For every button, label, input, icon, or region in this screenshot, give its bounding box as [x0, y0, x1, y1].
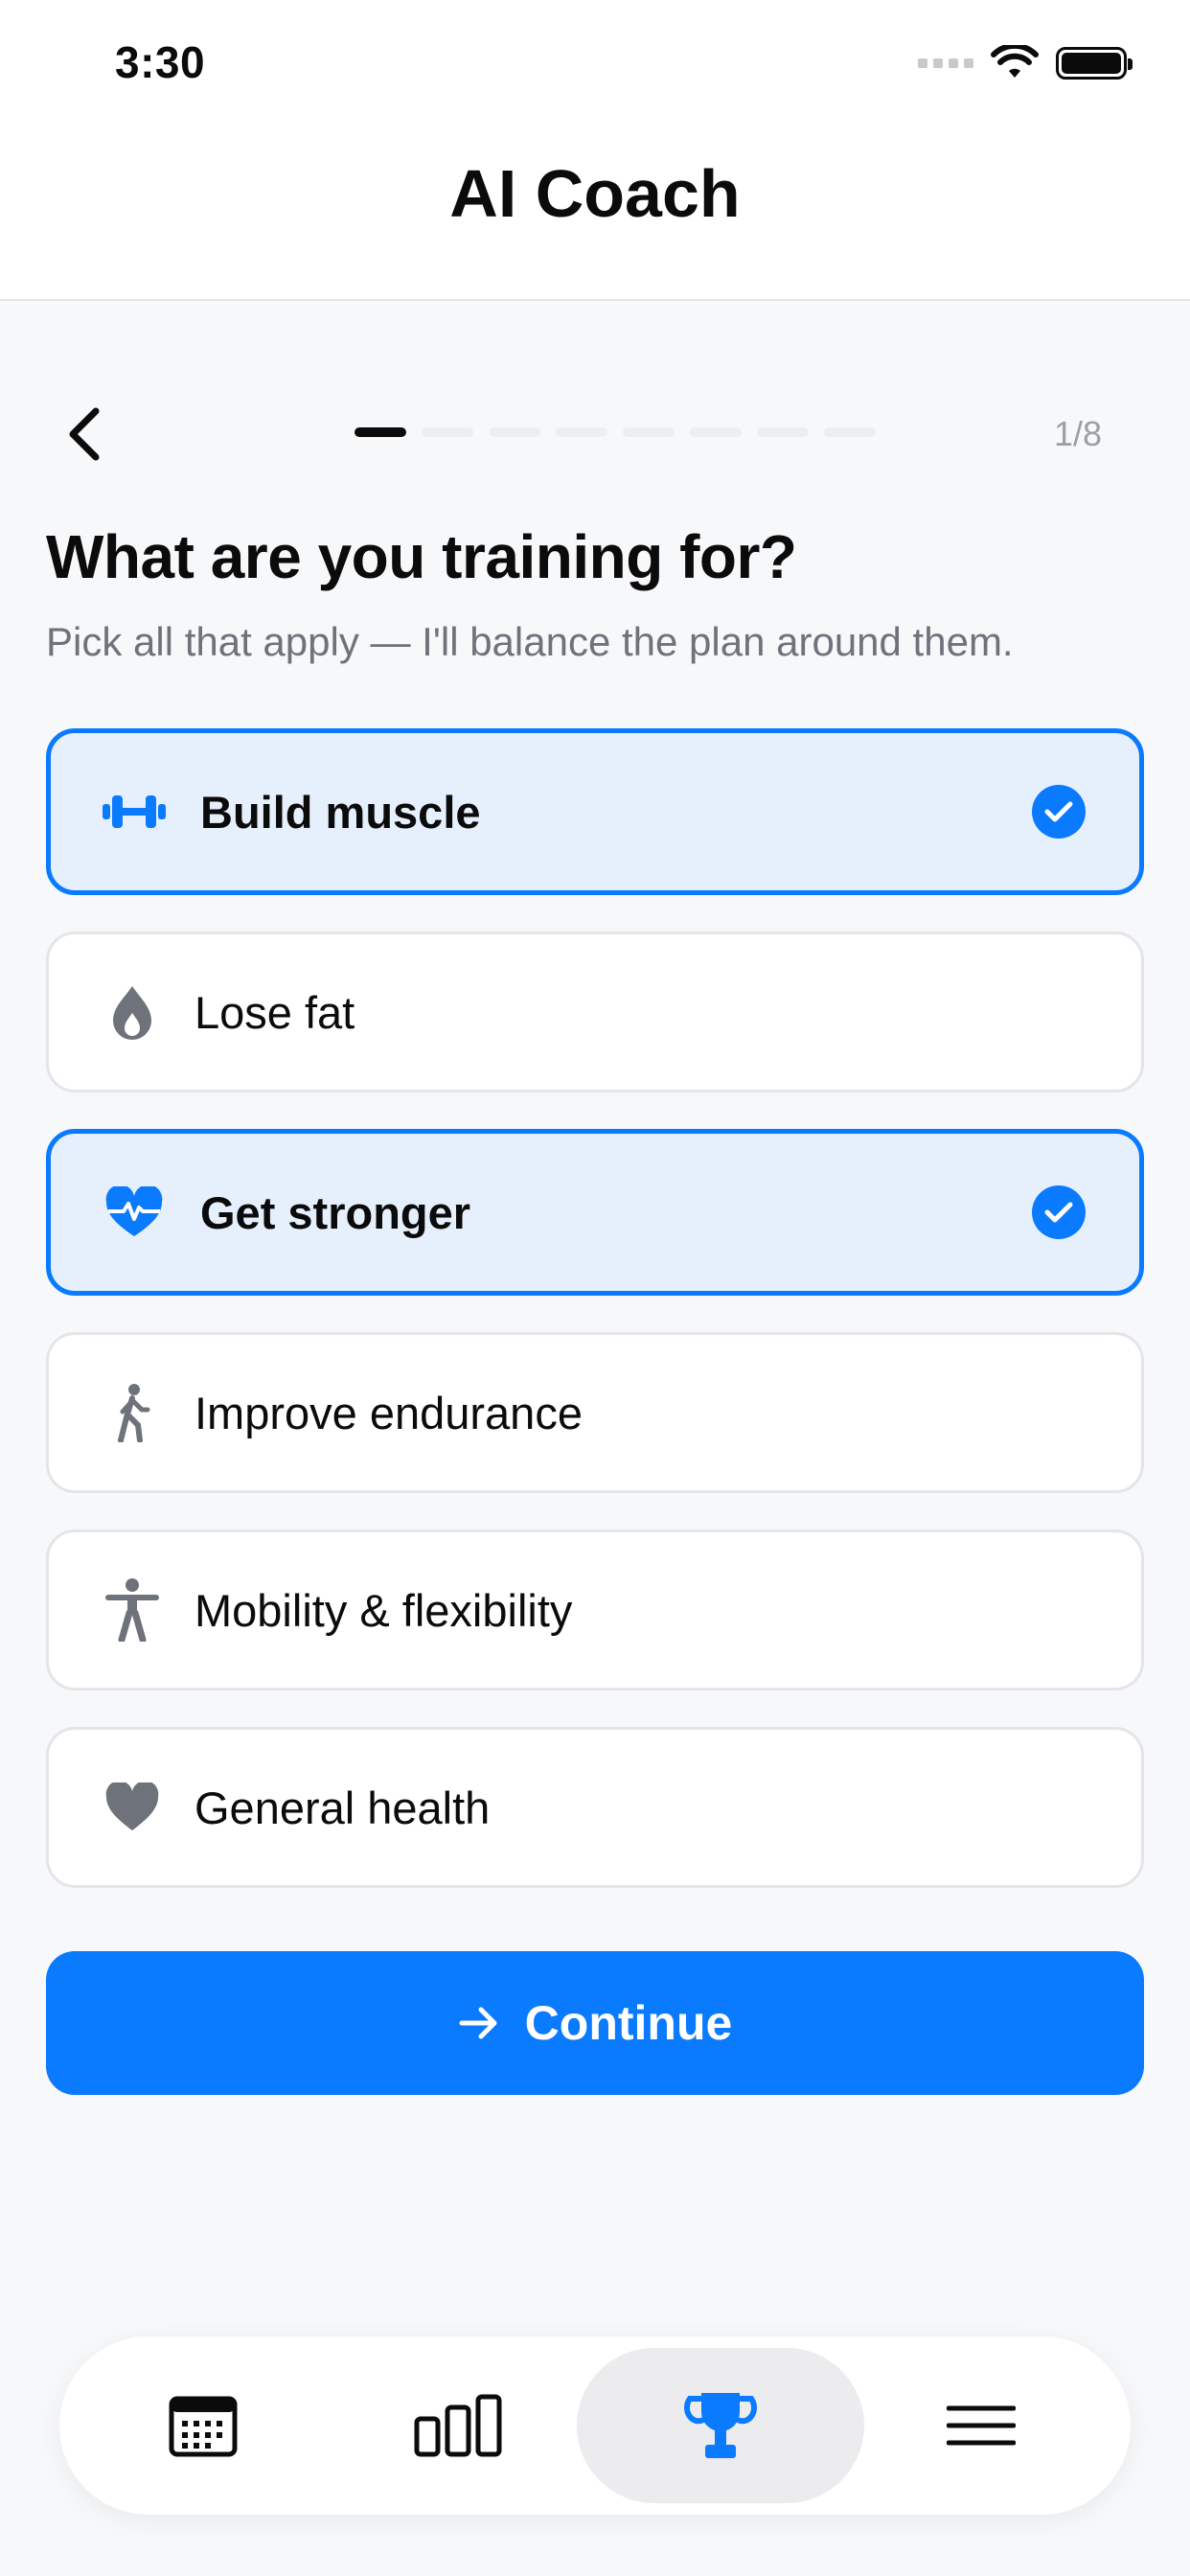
heart-pulse-icon — [101, 1179, 168, 1246]
option-label: Build muscle — [200, 786, 481, 838]
chevron-left-icon — [69, 407, 100, 461]
option-general-health[interactable]: General health — [46, 1727, 1144, 1888]
progress-step — [757, 427, 809, 437]
app-title: AI Coach — [449, 156, 741, 231]
progress-step — [355, 427, 406, 437]
option-build-muscle[interactable]: Build muscle — [46, 728, 1144, 895]
arrow-right-icon — [459, 2007, 497, 2039]
tab-stats[interactable] — [314, 2348, 602, 2503]
progress-step — [556, 427, 607, 437]
option-label: Lose fat — [195, 986, 355, 1038]
progress-step — [690, 427, 742, 437]
top-bar: 3:30 AI Coach — [0, 0, 1190, 301]
checkmark-icon — [1032, 785, 1086, 839]
option-get-stronger[interactable]: Get stronger — [46, 1129, 1144, 1296]
status-indicators — [918, 44, 1133, 82]
option-label: General health — [195, 1782, 491, 1833]
progress-step — [623, 427, 675, 437]
cellular-signal-icon — [918, 58, 973, 68]
checkmark-icon — [1032, 1185, 1086, 1239]
walking-figure-icon — [99, 1379, 166, 1446]
trophy-icon — [684, 2393, 757, 2458]
option-label: Get stronger — [200, 1186, 471, 1238]
bar-chart-icon — [414, 2394, 502, 2457]
goal-options: Build muscle Lose fat Get stronger Impro… — [46, 728, 1144, 1924]
flame-drop-icon — [99, 978, 166, 1046]
progress-step — [824, 427, 876, 437]
standing-figure-icon — [99, 1576, 166, 1644]
progress-indicator — [355, 427, 876, 437]
question-title: What are you training for? — [46, 522, 797, 591]
bottom-tab-bar — [59, 2336, 1131, 2515]
option-improve-endurance[interactable]: Improve endurance — [46, 1332, 1144, 1493]
option-label: Mobility & flexibility — [195, 1584, 573, 1636]
back-button[interactable] — [59, 402, 109, 466]
question-subtitle: Pick all that apply — I'll balance the p… — [46, 619, 1014, 664]
status-time: 3:30 — [115, 37, 206, 87]
tab-goals[interactable] — [577, 2348, 864, 2503]
progress-step — [422, 427, 473, 437]
option-lose-fat[interactable]: Lose fat — [46, 932, 1144, 1092]
progress-step — [489, 427, 540, 437]
continue-button[interactable]: Continue — [46, 1951, 1144, 2095]
continue-label: Continue — [524, 1996, 733, 2050]
tab-calendar[interactable] — [59, 2348, 347, 2503]
menu-icon — [947, 2405, 1016, 2446]
step-counter: 1/8 — [1053, 414, 1102, 453]
wifi-icon — [991, 45, 1039, 78]
calendar-icon — [169, 2396, 238, 2457]
screen: 3:30 AI Coach 1/8 What are you training … — [0, 0, 1190, 2576]
option-label: Improve endurance — [195, 1387, 583, 1438]
battery-icon — [1056, 47, 1133, 80]
option-mobility-flexibility[interactable]: Mobility & flexibility — [46, 1530, 1144, 1690]
tab-menu[interactable] — [837, 2348, 1125, 2503]
heart-icon — [99, 1774, 166, 1841]
dumbbell-icon — [101, 778, 168, 845]
